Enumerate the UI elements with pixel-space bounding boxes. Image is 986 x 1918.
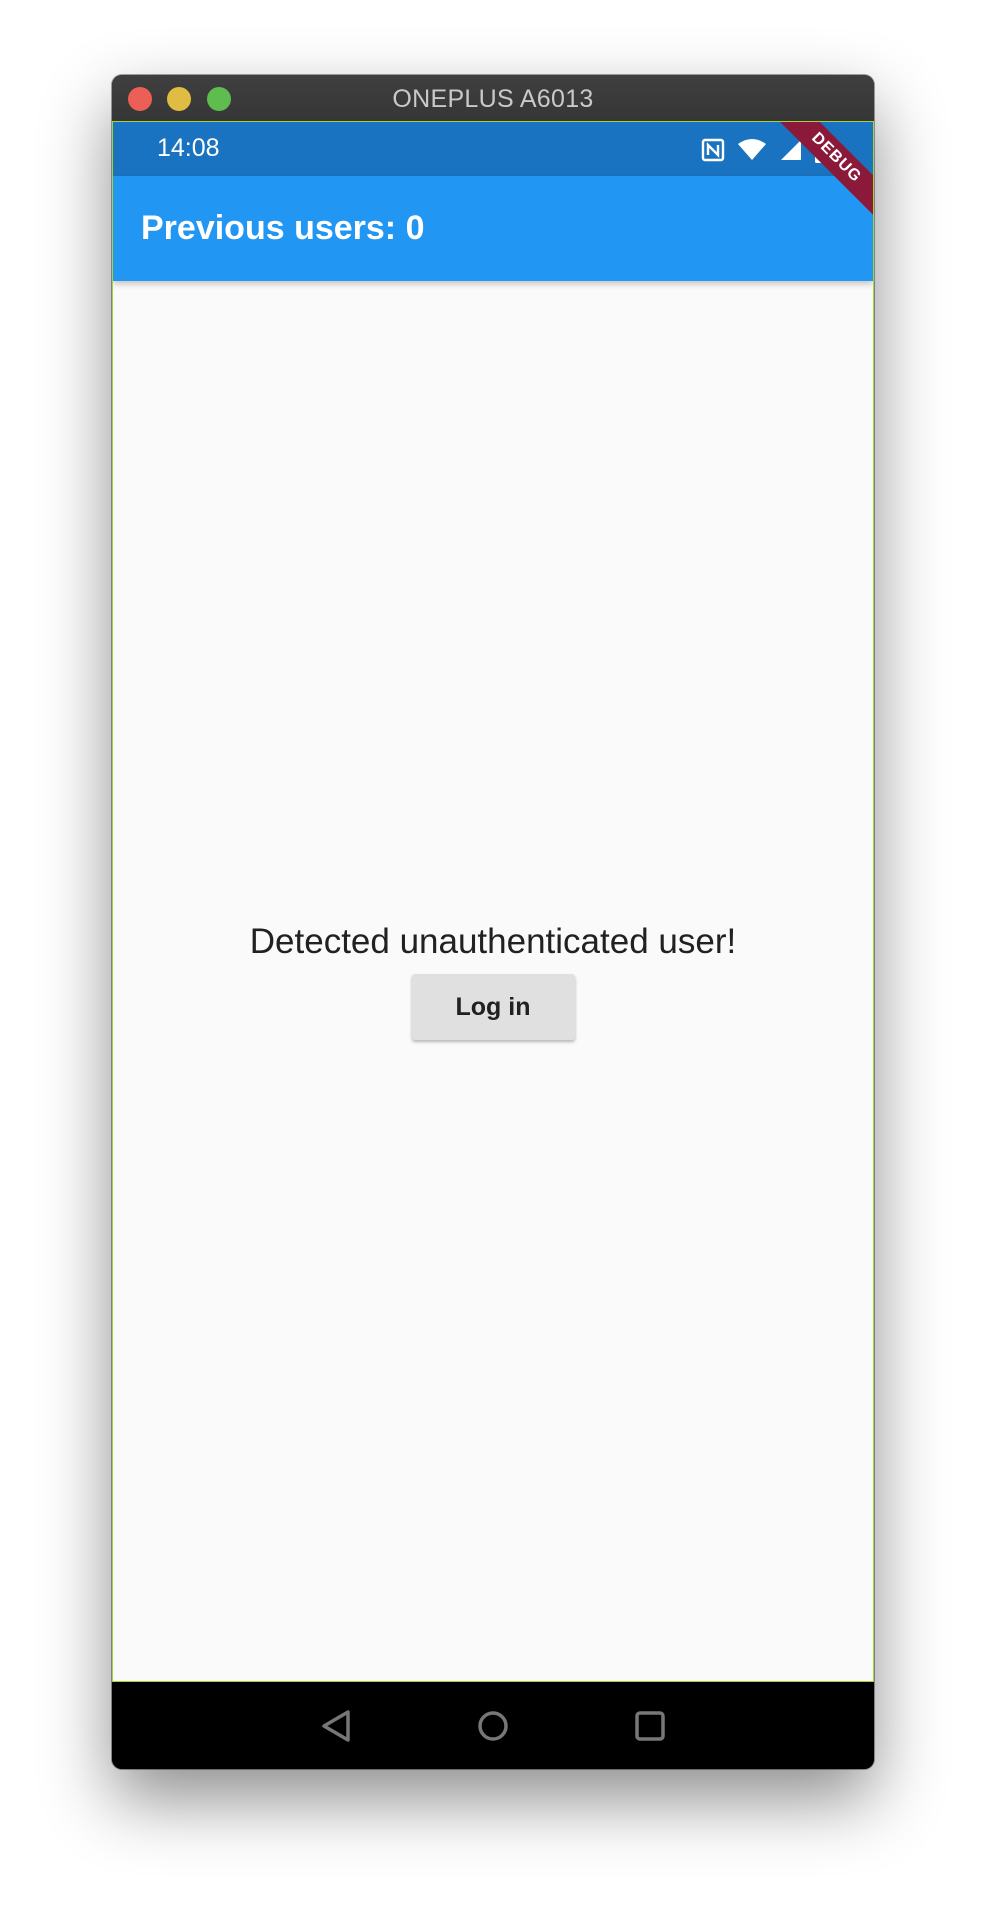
app-bar: Previous users: 0 <box>113 176 873 281</box>
window-title: ONEPLUS A6013 <box>392 85 594 113</box>
device-screen: 14:08 Previous users: 0 DEBUG Detected u… <box>112 121 874 1682</box>
battery-icon <box>815 137 829 163</box>
login-button[interactable]: Log in <box>411 974 575 1040</box>
status-time: 14:08 <box>157 134 220 162</box>
nfc-icon <box>701 138 725 162</box>
recents-icon[interactable] <box>631 1707 669 1745</box>
emulator-window: ONEPLUS A6013 14:08 Previous users: 0 DE… <box>112 75 874 1769</box>
status-bar: 14:08 <box>113 122 873 176</box>
navigation-bar <box>112 1682 874 1769</box>
main-content: Detected unauthenticated user! Log in <box>113 281 873 1681</box>
status-icons <box>701 136 829 164</box>
wifi-icon <box>737 138 767 162</box>
stage: ONEPLUS A6013 14:08 Previous users: 0 DE… <box>0 0 986 1918</box>
home-icon[interactable] <box>474 1707 512 1745</box>
app-bar-title: Previous users: 0 <box>141 209 425 247</box>
window-titlebar[interactable]: ONEPLUS A6013 <box>112 75 874 122</box>
cell-signal-icon <box>779 138 803 162</box>
unauthenticated-message: Detected unauthenticated user! <box>249 922 737 961</box>
back-icon[interactable] <box>318 1707 356 1745</box>
